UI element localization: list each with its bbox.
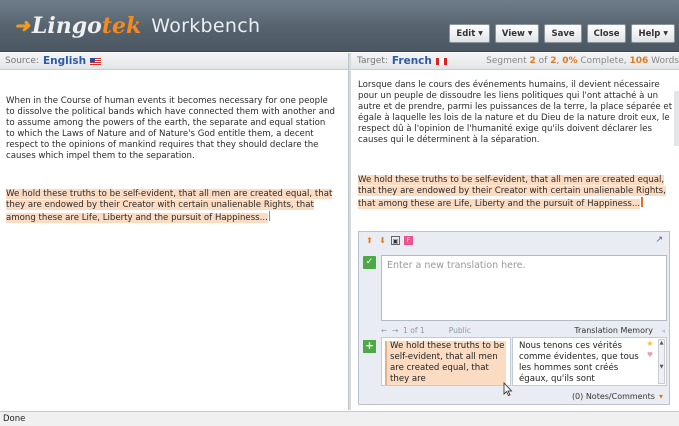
tm-label: Translation Memory	[574, 326, 653, 335]
target-bar: Target: French Segment 2 of 2, 0% Comple…	[351, 53, 679, 70]
caret-down-icon: ▼	[663, 30, 668, 37]
arrow-down-icon[interactable]: ⬇	[378, 236, 387, 245]
segment-status: Segment 2 of 2, 0% Complete, 106 Words	[486, 56, 679, 66]
status-text: Done	[3, 414, 26, 424]
source-label: Source:	[5, 56, 39, 66]
target-paragraph: Lorsque dans le cours des événements hum…	[358, 80, 673, 145]
copy-icon[interactable]: ▣	[391, 236, 400, 245]
font-icon[interactable]: F	[404, 236, 413, 245]
notes-comments-link[interactable]: (0) Notes/Comments ▾	[572, 392, 663, 401]
tm-prev-icon[interactable]: ←	[381, 326, 387, 335]
caret-down-icon: ▼	[527, 30, 533, 37]
mouse-cursor-icon	[503, 382, 513, 396]
source-pane: When in the Course of human events it be…	[0, 71, 348, 410]
logo-arrow-icon: ➜	[14, 15, 30, 37]
source-active-segment[interactable]: We hold these truths to be self-evident,…	[6, 189, 336, 224]
canada-flag-icon	[435, 57, 447, 65]
chevron-down-icon: ▾	[658, 392, 663, 401]
us-flag-icon	[90, 57, 102, 65]
arrow-up-icon[interactable]: ⬆	[365, 236, 374, 245]
product-name: Workbench	[151, 15, 261, 37]
app-header: ➜ Lingotek Workbench Edit ▼ View ▼ Save Cl…	[0, 0, 679, 52]
source-bar: Source: English	[0, 53, 348, 70]
source-paragraph: When in the Course of human events it be…	[6, 96, 335, 161]
tm-bar: ← → 1 of 1 Public Translation Memory ◂	[381, 325, 667, 336]
star-icon[interactable]: ★	[646, 339, 653, 348]
caret-down-icon: ▼	[478, 30, 483, 37]
target-language: French	[391, 55, 432, 67]
target-scrollbar[interactable]	[674, 91, 679, 146]
view-menu-button[interactable]: View ▼	[494, 24, 540, 43]
translation-editor: ⬆ ⬇ ▣ F ↗ ✓ Enter a new translation here…	[358, 231, 670, 405]
tm-collapse-icon[interactable]: ◂	[661, 327, 665, 335]
target-active-segment[interactable]: We hold these truths to be self-evident,…	[358, 175, 674, 210]
edit-menu-button[interactable]: Edit ▼	[449, 24, 490, 43]
text-cursor	[641, 197, 643, 207]
use-tm-plus-button[interactable]: +	[363, 340, 376, 353]
heart-icon[interactable]: ♥	[647, 351, 653, 359]
tm-scrollbar[interactable]: ▲ ▼	[658, 339, 665, 384]
tm-actions: ★ ♥	[644, 339, 656, 359]
tm-next-icon[interactable]: →	[392, 326, 398, 335]
tm-source-match: We hold these truths to be self-evident,…	[381, 337, 511, 386]
toolbar: Edit ▼ View ▼ Save Close Help ▼	[449, 24, 675, 43]
help-menu-button[interactable]: Help ▼	[631, 24, 675, 43]
expand-icon[interactable]: ↗	[655, 235, 663, 245]
status-bar: Done	[0, 411, 679, 426]
source-language: English	[42, 55, 87, 67]
target-label: Target:	[357, 56, 388, 66]
translation-input[interactable]: Enter a new translation here.	[381, 255, 667, 321]
accept-check-button[interactable]: ✓	[363, 256, 376, 269]
tm-position: 1 of 1	[403, 326, 425, 335]
editor-toolbar: ⬆ ⬇ ▣ F	[365, 236, 413, 245]
close-button[interactable]: Close	[586, 24, 627, 43]
tm-visibility: Public	[448, 326, 471, 335]
lingotek-logo: ➜ Lingotek Workbench	[14, 12, 260, 40]
logo-wordmark: Lingotek	[31, 13, 142, 39]
text-cursor	[268, 211, 271, 221]
save-button[interactable]: Save	[544, 24, 582, 43]
